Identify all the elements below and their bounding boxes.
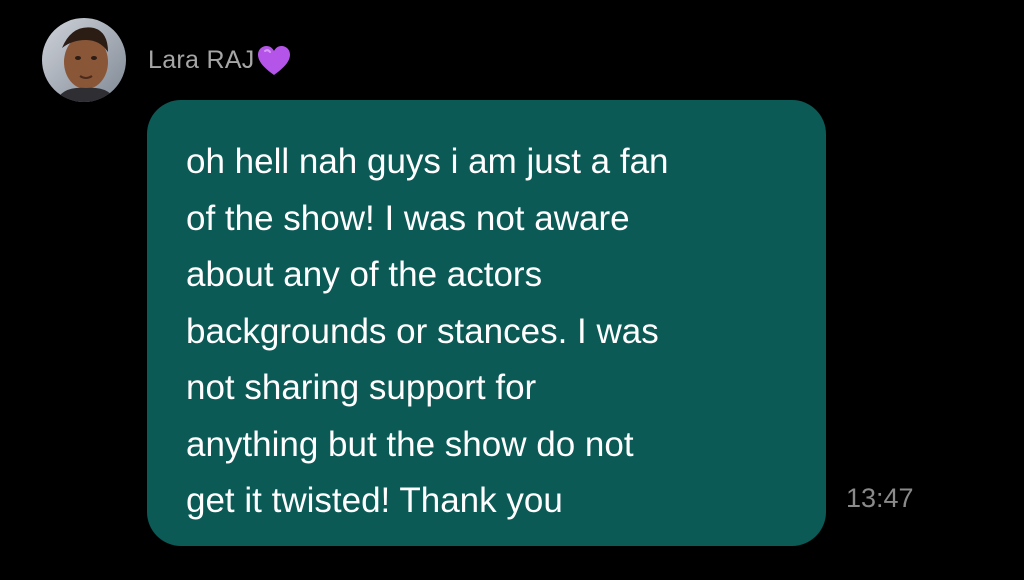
message-timestamp: 13:47 bbox=[846, 483, 914, 513]
message-bubble[interactable]: oh hell nah guys i am just a fan of the … bbox=[147, 100, 826, 546]
sender-header: Lara RAJ bbox=[148, 40, 291, 80]
avatar-photo bbox=[42, 18, 126, 102]
message-text: oh hell nah guys i am just a fan of the … bbox=[186, 142, 669, 520]
purple-heart-icon bbox=[257, 45, 291, 77]
sender-avatar[interactable] bbox=[42, 18, 126, 102]
sender-name[interactable]: Lara RAJ bbox=[148, 46, 255, 75]
